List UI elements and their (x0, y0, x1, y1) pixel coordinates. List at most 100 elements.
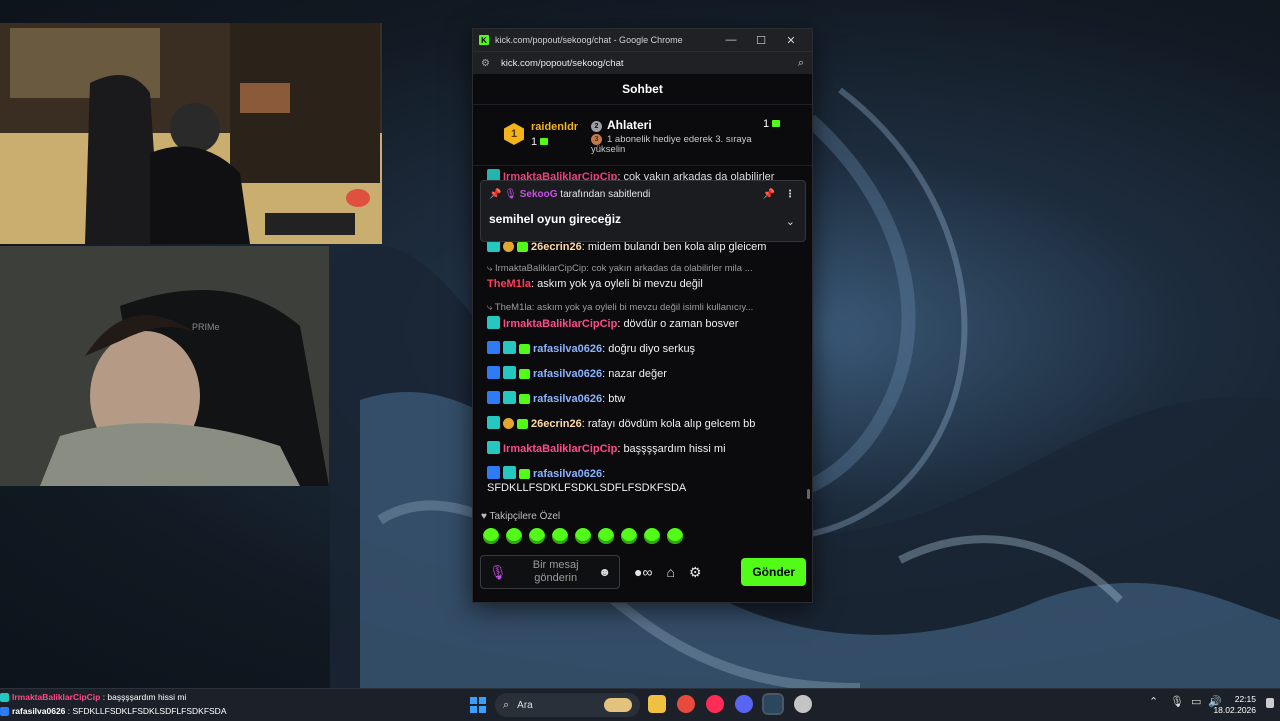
emoji-icon[interactable]: ☻ (598, 565, 611, 579)
system-clock[interactable]: 22:15 18.02.2026 (1213, 694, 1256, 716)
followers-only-label: ♥ Takipçilere Özel (481, 511, 560, 522)
taskbar-search[interactable]: ⌕ Ara (495, 693, 640, 717)
address-bar[interactable]: ⚙ kick.com/popout/sekoog/chat ⌕ (473, 51, 812, 74)
send-button[interactable]: Gönder (741, 558, 806, 586)
reply-arrow-icon: ⤷ (487, 263, 495, 274)
leader-first-name[interactable]: raidenldr (531, 121, 578, 133)
subscriber-badge-icon (503, 466, 516, 479)
youtube-music-icon[interactable] (706, 695, 724, 713)
chat-username[interactable]: 26ecrin26 (531, 418, 582, 430)
microphone-icon[interactable]: 🎙 (489, 564, 507, 580)
reply-context[interactable]: ⤷ TheM1la: askım yok ya oyleli bi mevzu … (487, 302, 797, 313)
chat-message: IrmaktaBaliklarCipCip: dövdür o zaman bo… (487, 316, 797, 330)
leader-second-count-value: 1 (763, 118, 770, 130)
overlay-line: IrmaktaBaliklarCipCip : başşşşardım hiss… (0, 690, 300, 704)
chat-text: : (602, 468, 606, 480)
emote-icon[interactable] (529, 528, 545, 544)
notification-bell-icon[interactable] (1266, 698, 1274, 708)
more-options-icon[interactable]: ⋮ (785, 189, 795, 200)
gift-badge-icon (517, 419, 528, 429)
chat-text: : doğru diyo serkuş (602, 343, 696, 355)
reply-context[interactable]: ⤷ IrmaktaBaliklarCipCip: cok yakın arkad… (487, 263, 797, 274)
microphone-tray-icon[interactable]: 🎙 (1170, 695, 1184, 708)
weather-widget-icon[interactable] (604, 698, 632, 712)
chat-username[interactable]: rafasilva0626 (533, 368, 602, 380)
steam-icon[interactable] (762, 693, 784, 715)
moderator-badge-icon (487, 391, 500, 404)
chat-message: rafasilva0626: btw (487, 391, 797, 405)
subscriber-badge-icon (487, 316, 500, 329)
chat-text: : başşşşardım hissi mi (617, 443, 726, 455)
moderator-badge-icon (0, 707, 9, 716)
leader-second-name[interactable]: Ahlateri (607, 118, 652, 132)
moderator-badge-icon (487, 466, 500, 479)
pinned-message[interactable]: 📌 🎙 SekooG tarafından sabitlendi 📌 ⋮ sem… (480, 180, 806, 242)
webcam-room-feed (0, 23, 382, 244)
pinned-author[interactable]: SekooG (520, 189, 558, 200)
medal-badge-icon (503, 418, 514, 429)
kicks-infinity-icon[interactable]: ●∞ (634, 564, 652, 580)
store-icon[interactable]: ⌂ (666, 564, 674, 580)
gift-icon (772, 120, 781, 127)
obs-icon[interactable] (794, 695, 812, 713)
rank-two-icon: 2 (591, 121, 602, 132)
settings-gear-icon[interactable]: ⚙ (689, 564, 702, 581)
discord-icon[interactable] (735, 695, 753, 713)
chat-message: IrmaktaBaliklarCipCip: başşşşardım hissi… (487, 441, 797, 455)
maximize-button[interactable]: ☐ (746, 34, 776, 47)
svg-text:PRIMe: PRIMe (192, 322, 220, 332)
unpin-icon[interactable]: 📌 (763, 189, 775, 200)
chat-username[interactable]: rafasilva0626 (533, 393, 602, 405)
chat-message: rafasilva0626: nazar değer (487, 366, 797, 380)
chat-username[interactable]: IrmaktaBaliklarCipCip (503, 443, 617, 455)
chat-text: : btw (602, 393, 626, 405)
emote-icon[interactable] (483, 528, 499, 544)
chat-text: : rafayı dövdüm kola alıp gelcem bb (581, 418, 756, 430)
chat-scrollbar[interactable] (807, 489, 810, 499)
leader-first-count: 1 (531, 136, 549, 148)
chat-username[interactable]: rafasilva0626 (533, 343, 602, 355)
overlay-username: rafasilva0626 (12, 706, 66, 716)
clock-time: 22:15 (1234, 694, 1256, 704)
overlay-username: IrmaktaBaliklarCipCip (12, 692, 101, 702)
emote-icon[interactable] (598, 528, 614, 544)
chat-username[interactable]: 26ecrin26 (531, 241, 582, 253)
stream-chat-overlay: IrmaktaBaliklarCipCip : başşşşardım hiss… (0, 690, 300, 718)
start-windows-icon[interactable] (470, 697, 486, 713)
emote-icon[interactable] (621, 528, 637, 544)
url-text[interactable]: kick.com/popout/sekoog/chat (501, 58, 798, 69)
show-hidden-icons-icon[interactable]: ⌃ (1149, 695, 1158, 708)
chat-username[interactable]: IrmaktaBaliklarCipCip (503, 318, 617, 330)
emote-icon[interactable] (667, 528, 683, 544)
emote-icon[interactable] (552, 528, 568, 544)
display-tray-icon[interactable]: ▭ (1191, 695, 1201, 708)
file-explorer-icon[interactable] (648, 695, 666, 713)
leader-third-prompt: 31 abonelik hediye ederek 3. sıraya yüks… (591, 134, 781, 155)
chat-text-continuation: SFDKLLFSDKLFSDKLSDFLFSDKFSDA (487, 482, 687, 494)
window-title: kick.com/popout/sekoog/chat - Google Chr… (495, 35, 683, 45)
chat-username[interactable]: rafasilva0626 (533, 468, 602, 480)
emote-icon[interactable] (644, 528, 660, 544)
minimize-button[interactable]: — (716, 34, 746, 46)
emote-icon[interactable] (506, 528, 522, 544)
chrome-icon[interactable] (677, 695, 695, 713)
kick-logo-icon: K (479, 35, 489, 45)
gift-leaderboard: 1 raidenldr 1 2 Ahlateri 1 31 abonelik he… (473, 105, 812, 166)
close-button[interactable]: ✕ (776, 34, 806, 47)
gift-badge-icon (519, 469, 530, 479)
gift-badge-icon (519, 369, 530, 379)
webcam-face-feed: PRIMe (0, 246, 329, 486)
zoom-icon[interactable]: ⌕ (798, 57, 804, 70)
reply-text: TheM1la: askım yok ya oyleli bi mevzu de… (494, 302, 754, 313)
site-settings-icon[interactable]: ⚙ (481, 58, 495, 69)
search-icon: ⌕ (503, 698, 510, 711)
chevron-down-icon[interactable]: ⌄ (786, 215, 795, 228)
message-input[interactable]: 🎙 Bir mesaj gönderin ☻ (480, 555, 620, 589)
emote-icon[interactable] (575, 528, 591, 544)
chat-input-row: 🎙 Bir mesaj gönderin ☻ ●∞ ⌂ ⚙ Gönder (480, 554, 806, 590)
medal-badge-icon (503, 241, 514, 252)
overlay-text: : başşşşardım hissi mi (100, 692, 187, 702)
subscriber-badge-icon (503, 391, 516, 404)
message-placeholder[interactable]: Bir mesaj gönderin (513, 559, 598, 585)
chat-username[interactable]: TheM1la (487, 278, 531, 290)
